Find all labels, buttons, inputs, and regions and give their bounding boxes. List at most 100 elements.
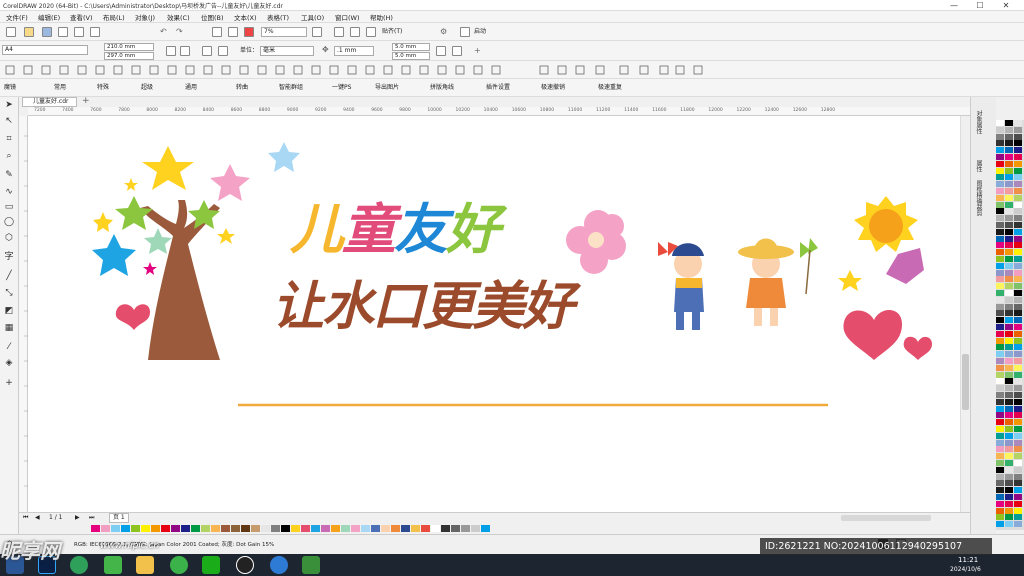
- palette-swatch[interactable]: [1005, 126, 1013, 133]
- document-swatch[interactable]: [241, 525, 250, 532]
- document-swatch[interactable]: [421, 525, 430, 532]
- palette-swatch[interactable]: [1005, 296, 1013, 303]
- document-swatch[interactable]: [191, 525, 200, 532]
- zoom-tool-icon[interactable]: ⌕: [3, 150, 15, 162]
- units-select[interactable]: 毫米: [260, 46, 314, 56]
- palette-swatch[interactable]: [996, 426, 1004, 432]
- palette-swatch[interactable]: [1005, 412, 1013, 419]
- palette-swatch[interactable]: [1014, 358, 1022, 364]
- palette-swatch[interactable]: [1005, 310, 1013, 317]
- cloud-icon[interactable]: [58, 27, 68, 37]
- palette-swatch[interactable]: [996, 514, 1004, 521]
- document-swatch[interactable]: [351, 525, 360, 532]
- menu-bitmaps[interactable]: 位图(B): [201, 12, 224, 22]
- palette-swatch[interactable]: [996, 337, 1004, 344]
- palette-swatch[interactable]: [1005, 494, 1013, 500]
- horizontal-ruler[interactable]: 7200 7400 7600 7800 8000 8200 8400 8600 8800 9000…: [28, 107, 970, 116]
- palette-swatch[interactable]: [1005, 432, 1013, 439]
- document-swatch[interactable]: [301, 525, 310, 532]
- palette-swatch[interactable]: [996, 460, 1004, 466]
- page-size-select[interactable]: A4: [2, 45, 88, 55]
- wechat-app-icon[interactable]: [202, 556, 220, 574]
- horizontal-scrollbar[interactable]: [841, 515, 931, 521]
- document-swatch[interactable]: [391, 525, 400, 532]
- palette-swatch[interactable]: [1005, 228, 1013, 235]
- palette-swatch[interactable]: [1005, 446, 1013, 453]
- palette-swatch[interactable]: [1014, 160, 1022, 167]
- document-swatch[interactable]: [311, 525, 320, 532]
- palette-swatch[interactable]: [1014, 351, 1022, 358]
- palette-swatch[interactable]: [1014, 269, 1022, 276]
- plugin-common[interactable]: 常用: [54, 83, 66, 93]
- palette-swatch[interactable]: [996, 446, 1004, 453]
- palette-swatch[interactable]: [1014, 208, 1022, 215]
- document-swatch[interactable]: [401, 525, 410, 532]
- palette-swatch[interactable]: [1005, 351, 1013, 358]
- palette-swatch[interactable]: [1014, 215, 1022, 222]
- palette-swatch[interactable]: [996, 208, 1004, 215]
- menu-table[interactable]: 表格(T): [267, 12, 289, 22]
- page-nav-prev-icon[interactable]: ◀: [35, 513, 40, 523]
- palette-swatch[interactable]: [1005, 392, 1013, 398]
- page-nav-last-icon[interactable]: ⏭: [89, 513, 94, 523]
- text-tool-icon[interactable]: 字: [3, 251, 15, 263]
- palette-swatch[interactable]: [1014, 460, 1022, 466]
- palette-swatch[interactable]: [1014, 337, 1022, 344]
- document-swatch[interactable]: [261, 525, 270, 532]
- palette-swatch[interactable]: [1014, 344, 1022, 351]
- palette-swatch[interactable]: [1005, 473, 1013, 480]
- document-swatch[interactable]: [441, 525, 450, 532]
- crop-tool-icon[interactable]: ⌗: [3, 133, 15, 145]
- document-swatch[interactable]: [271, 525, 280, 532]
- palette-swatch[interactable]: [1014, 181, 1022, 188]
- palette-swatch[interactable]: [1014, 419, 1022, 426]
- options-gear-icon[interactable]: ⚙: [440, 27, 447, 37]
- interactive-fill-icon[interactable]: ◈: [3, 357, 15, 369]
- palette-swatch[interactable]: [1014, 494, 1022, 500]
- coreldraw-app-icon[interactable]: [302, 556, 320, 574]
- palette-swatch[interactable]: [1005, 358, 1013, 364]
- palette-swatch[interactable]: [1005, 290, 1013, 296]
- show-rulers-icon[interactable]: [334, 27, 344, 37]
- palette-swatch[interactable]: [1005, 405, 1013, 412]
- document-swatch[interactable]: [361, 525, 370, 532]
- palette-swatch[interactable]: [996, 412, 1004, 419]
- menu-object[interactable]: 对象(J): [135, 12, 155, 22]
- plugin-convert-curves[interactable]: 转曲: [236, 83, 248, 93]
- palette-swatch[interactable]: [1005, 215, 1013, 222]
- palette-swatch[interactable]: [996, 283, 1004, 290]
- palette-swatch[interactable]: [1014, 466, 1022, 473]
- palette-swatch[interactable]: [1014, 201, 1022, 208]
- palette-swatch[interactable]: [996, 154, 1004, 160]
- menu-text[interactable]: 文本(X): [234, 12, 257, 22]
- palette-swatch[interactable]: [1014, 480, 1022, 487]
- menu-help[interactable]: 帮助(H): [370, 12, 393, 22]
- palette-swatch[interactable]: [996, 364, 1004, 371]
- palette-swatch[interactable]: [996, 405, 1004, 412]
- palette-swatch[interactable]: [996, 378, 1004, 385]
- palette-swatch[interactable]: [996, 133, 1004, 140]
- document-swatch[interactable]: [201, 525, 210, 532]
- palette-swatch[interactable]: [996, 296, 1004, 303]
- document-palette[interactable]: [19, 523, 970, 534]
- close-button[interactable]: ✕: [996, 0, 1016, 11]
- plugin-settings[interactable]: 插件设置: [486, 83, 510, 93]
- plugin-special[interactable]: 特殊: [97, 83, 109, 93]
- import-icon[interactable]: [212, 27, 222, 37]
- document-swatch[interactable]: [151, 525, 160, 532]
- document-swatch[interactable]: [431, 525, 440, 532]
- palette-swatch[interactable]: [996, 269, 1004, 276]
- menu-layout[interactable]: 布局(L): [103, 12, 125, 22]
- palette-swatch[interactable]: [1005, 398, 1013, 405]
- vertical-ruler[interactable]: [19, 116, 28, 512]
- palette-swatch[interactable]: [1005, 466, 1013, 473]
- palette-swatch[interactable]: [1014, 398, 1022, 405]
- palette-swatch[interactable]: [996, 290, 1004, 296]
- plugin-magic-mirror[interactable]: 魔镜: [4, 83, 16, 93]
- maximize-button[interactable]: ☐: [970, 0, 990, 11]
- palette-swatch[interactable]: [1014, 514, 1022, 521]
- document-swatch[interactable]: [371, 525, 380, 532]
- palette-swatch[interactable]: [1005, 262, 1013, 269]
- palette-swatch[interactable]: [996, 385, 1004, 392]
- full-screen-icon[interactable]: [312, 27, 322, 37]
